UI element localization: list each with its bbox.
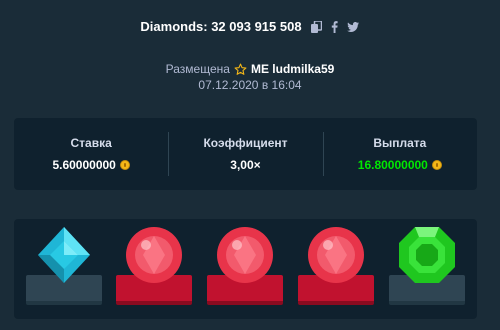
bet-header: Diamonds: 32 093 915 508	[0, 19, 500, 34]
coin-icon	[431, 160, 442, 170]
gem-slot	[296, 219, 376, 319]
star-icon	[234, 63, 247, 76]
cyan-diamond-icon	[38, 227, 90, 283]
stat-payout: Выплата 16.80000000	[322, 118, 477, 190]
gem-slot	[24, 219, 104, 319]
red-gem-icon	[126, 227, 182, 283]
copy-icon[interactable]	[310, 20, 324, 34]
gem-board	[14, 219, 477, 319]
red-gem-icon	[308, 227, 364, 283]
red-gem-icon	[217, 227, 273, 283]
payout-value: 16.80000000	[357, 158, 428, 172]
gem-slot	[205, 219, 285, 319]
share-icons	[310, 20, 360, 34]
facebook-icon[interactable]	[328, 20, 342, 34]
bet-label: Ставка	[70, 136, 112, 150]
gem-slot	[114, 219, 194, 319]
placed-label: Размещена	[165, 62, 230, 76]
username-link[interactable]: ME ludmilka59	[251, 61, 334, 77]
gem-slot	[387, 219, 467, 319]
stat-bet: Ставка 5.60000000	[14, 118, 168, 190]
bet-value: 5.60000000	[52, 158, 116, 172]
green-emerald-icon	[399, 227, 455, 283]
payout-value-row: 16.80000000	[358, 158, 442, 172]
coin-icon	[119, 160, 130, 170]
bet-title: Diamonds: 32 093 915 508	[140, 19, 302, 34]
bet-meta: Размещена ME ludmilka59 07.12.2020 в 16:…	[0, 61, 500, 93]
bet-datetime: 07.12.2020 в 16:04	[198, 78, 302, 92]
payout-label: Выплата	[373, 136, 427, 150]
twitter-icon[interactable]	[346, 20, 360, 34]
stat-multiplier: Коэффициент 3,00×	[168, 118, 322, 190]
bet-stats-panel: Ставка 5.60000000 Коэффициент 3,00× Выпл…	[14, 118, 477, 190]
multiplier-value: 3,00×	[230, 158, 261, 172]
bet-value-row: 5.60000000	[52, 158, 130, 172]
multiplier-label: Коэффициент	[203, 136, 288, 150]
